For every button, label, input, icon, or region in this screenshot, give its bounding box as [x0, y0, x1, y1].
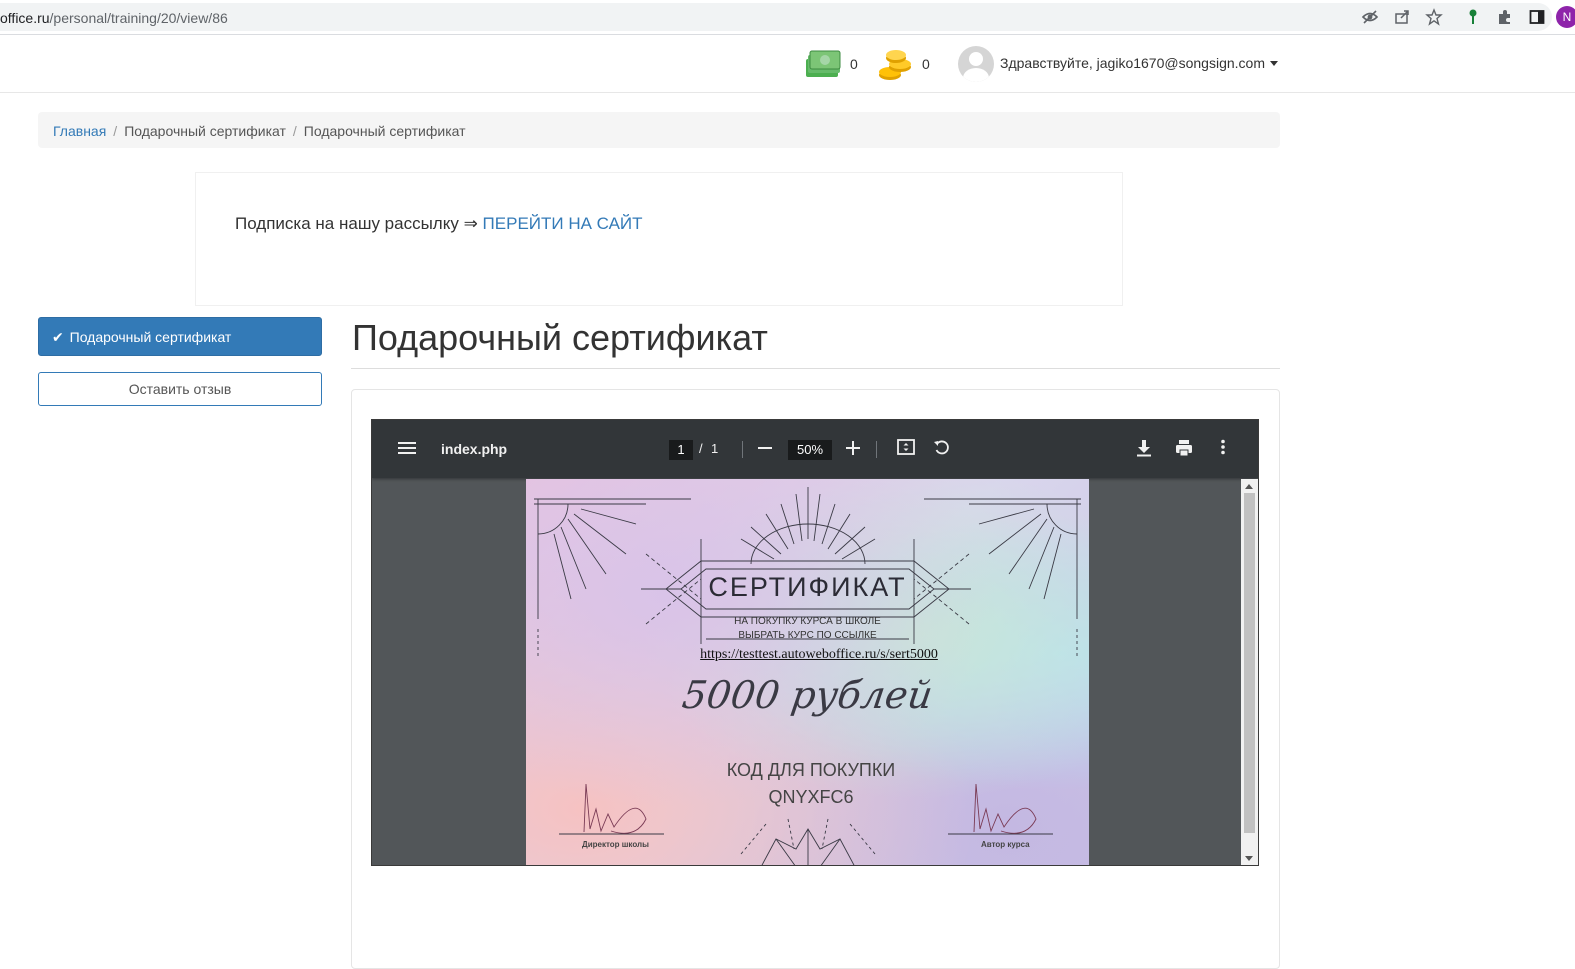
address-url[interactable]: office.ru/personal/training/20/view/86 — [0, 10, 228, 26]
pdf-toolbar: index.php 1 / 1 50% — [372, 420, 1258, 478]
subscription-text: Подписка на нашу рассылку ⇒ ПЕРЕЙТИ НА С… — [235, 214, 643, 233]
scroll-up-icon[interactable] — [1245, 484, 1253, 489]
certificate-amount: 5000 рублей — [679, 673, 936, 717]
certificate-code-label: КОД ДЛЯ ПОКУПКИ — [726, 760, 896, 780]
menu-icon[interactable] — [397, 439, 417, 459]
toolbar-divider — [876, 441, 877, 458]
user-avatar[interactable] — [958, 46, 994, 82]
title-divider — [351, 368, 1280, 369]
extension-key-icon[interactable] — [1464, 8, 1482, 26]
zoom-in-icon[interactable] — [843, 439, 863, 459]
sidebar-item-label: Подарочный сертификат — [69, 329, 232, 345]
breadcrumb-current: Подарочный сертификат — [303, 123, 466, 139]
profile-avatar[interactable]: N — [1556, 6, 1575, 28]
rotate-icon[interactable] — [932, 439, 952, 459]
signature-label-author: Автор курса — [981, 840, 1030, 849]
page-title: Подарочный сертификат — [352, 317, 768, 358]
breadcrumb: Главная / Подарочный сертификат / Подарочный… — [38, 112, 1280, 148]
address-bar[interactable]: office.ru/personal/training/20/view/86 — [0, 3, 1552, 31]
eye-off-icon[interactable] — [1361, 8, 1379, 26]
chevron-down-icon[interactable] — [1270, 61, 1278, 66]
certificate-subtitle: НА ПОКУПКУ КУРСА В ШКОЛЕ — [734, 616, 881, 627]
certificate-title: СЕРТИФИКАТ — [708, 572, 907, 602]
scrollbar-thumb[interactable] — [1244, 493, 1255, 833]
download-icon[interactable] — [1134, 439, 1154, 459]
bookmark-star-icon[interactable] — [1425, 8, 1443, 26]
certificate-subtitle: ВЫБРАТЬ КУРС ПО ССЫЛКЕ — [738, 630, 877, 641]
breadcrumb-home-link[interactable]: Главная — [53, 123, 106, 139]
certificate-code: QNYXFC6 — [768, 787, 854, 807]
coins-icon — [879, 50, 911, 80]
more-options-icon[interactable] — [1213, 439, 1233, 459]
subscription-panel: Подписка на нашу рассылку ⇒ ПЕРЕЙТИ НА С… — [195, 172, 1123, 306]
breadcrumb-separator: / — [292, 123, 297, 139]
toolbar-divider — [742, 441, 743, 458]
pdf-viewer[interactable]: index.php 1 / 1 50% СЕРТИФИКАТ НА ПОКУПК… — [371, 419, 1259, 866]
coins-balance-value: 0 — [922, 56, 930, 72]
breadcrumb-item: Подарочный сертификат — [124, 123, 286, 139]
sidebar-item-gift-certificate[interactable]: ✔ Подарочный сертификат — [38, 317, 322, 356]
pdf-page: СЕРТИФИКАТ НА ПОКУПКУ КУРСА В ШКОЛЕ ВЫБР… — [526, 479, 1089, 865]
pdf-filename: index.php — [441, 441, 508, 457]
money-stack-icon — [806, 50, 841, 77]
certificate-link[interactable]: https://testtest.autoweboffice.ru/s/sert… — [526, 647, 1089, 663]
fit-page-icon[interactable] — [896, 439, 916, 459]
zoom-out-icon[interactable] — [755, 439, 775, 459]
share-icon[interactable] — [1393, 8, 1411, 26]
checkmark-icon: ✔ — [52, 329, 64, 345]
extensions-puzzle-icon[interactable] — [1496, 8, 1514, 26]
leave-review-button[interactable]: Оставить отзыв — [38, 372, 322, 406]
page-total: 1 — [711, 441, 719, 456]
subscription-link[interactable]: ПЕРЕЙТИ НА САЙТ — [483, 214, 643, 233]
scroll-down-icon[interactable] — [1245, 856, 1253, 861]
pdf-scrollbar[interactable] — [1241, 479, 1258, 865]
money-balance-value: 0 — [850, 56, 858, 72]
side-panel-icon[interactable] — [1528, 8, 1546, 26]
zoom-level-input[interactable]: 50% — [788, 440, 832, 460]
page-separator: / — [699, 441, 703, 456]
print-icon[interactable] — [1174, 439, 1194, 459]
breadcrumb-separator: / — [113, 123, 118, 139]
user-greeting[interactable]: Здравствуйте, jagiko1670@songsign.com — [1000, 55, 1265, 71]
signature-label-director: Директор школы — [582, 840, 649, 849]
browser-toolbar: office.ru/personal/training/20/view/86 N — [0, 0, 1575, 35]
page-number-input[interactable]: 1 — [669, 440, 693, 460]
top-navbar: 0 0 Здравствуйте, jagiko1670@songsign.co… — [0, 35, 1575, 93]
